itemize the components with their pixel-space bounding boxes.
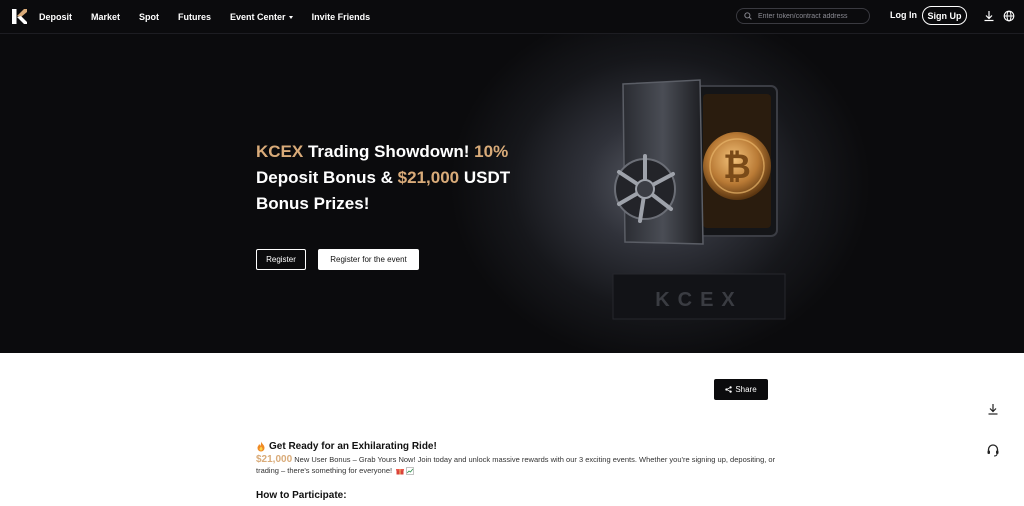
bonus-amount: $21,000 — [256, 454, 293, 465]
search-icon — [744, 12, 752, 20]
intro-text: New User Bonus – Grab Yours Now! Join to… — [256, 455, 776, 475]
top-navbar: Deposit Market Spot Futures Event Center… — [0, 0, 1024, 34]
nav-event-center[interactable]: Event Center — [230, 12, 293, 22]
nav-links: Deposit Market Spot Futures Event Center… — [39, 0, 389, 33]
article-content: Get Ready for an Exhilarating Ride! $21,… — [256, 441, 776, 501]
nav-market[interactable]: Market — [91, 12, 120, 22]
signup-button[interactable]: Sign Up — [922, 6, 967, 25]
section-heading: Get Ready for an Exhilarating Ride! — [256, 441, 776, 452]
register-button[interactable]: Register — [256, 249, 306, 270]
hero-banner: KCEX Trading Showdown! 10% Deposit Bonus… — [0, 34, 1024, 353]
caret-down-icon — [288, 15, 293, 19]
hero-title-brand: KCEX — [256, 142, 304, 161]
share-button[interactable]: Share — [714, 379, 768, 400]
nav-deposit[interactable]: Deposit — [39, 12, 72, 22]
kcex-logo[interactable] — [12, 9, 27, 24]
section-heading-text: Get Ready for an Exhilarating Ride! — [269, 441, 437, 452]
nav-invite-friends[interactable]: Invite Friends — [312, 12, 371, 22]
download-app-icon[interactable] — [986, 402, 1000, 416]
svg-text:₿: ₿ — [723, 148, 751, 186]
how-to-heading: How to Participate: — [256, 490, 347, 501]
fire-icon — [257, 441, 265, 452]
hero-title-percent: 10% — [474, 142, 509, 161]
share-icon — [725, 386, 733, 393]
nav-event-center-label: Event Center — [230, 11, 286, 22]
download-icon[interactable] — [983, 10, 995, 22]
chart-emoji-icon — [406, 467, 414, 475]
support-headset-icon[interactable] — [986, 443, 1000, 457]
search-input[interactable] — [756, 11, 865, 21]
hero-title-text-2: Deposit Bonus & — [256, 168, 398, 187]
nav-futures[interactable]: Futures — [178, 12, 211, 22]
gift-emoji-icon — [396, 469, 405, 475]
search-box[interactable] — [736, 8, 870, 24]
hero-title-text: Trading Showdown! — [303, 142, 475, 161]
hero-title: KCEX Trading Showdown! 10% Deposit Bonus… — [256, 139, 536, 217]
intro-paragraph: $21,000 New User Bonus – Grab Yours Now!… — [256, 454, 776, 476]
hero-title-amount: $21,000 — [397, 168, 460, 187]
nav-spot[interactable]: Spot — [139, 12, 159, 22]
globe-icon[interactable] — [1003, 10, 1015, 22]
share-label: Share — [735, 385, 757, 394]
vault-illustration: ₿ KCEX — [612, 79, 786, 320]
login-button[interactable]: Log In — [890, 10, 917, 20]
register-event-button[interactable]: Register for the event — [318, 249, 419, 270]
vault-brand-text: KCEX — [655, 289, 743, 311]
